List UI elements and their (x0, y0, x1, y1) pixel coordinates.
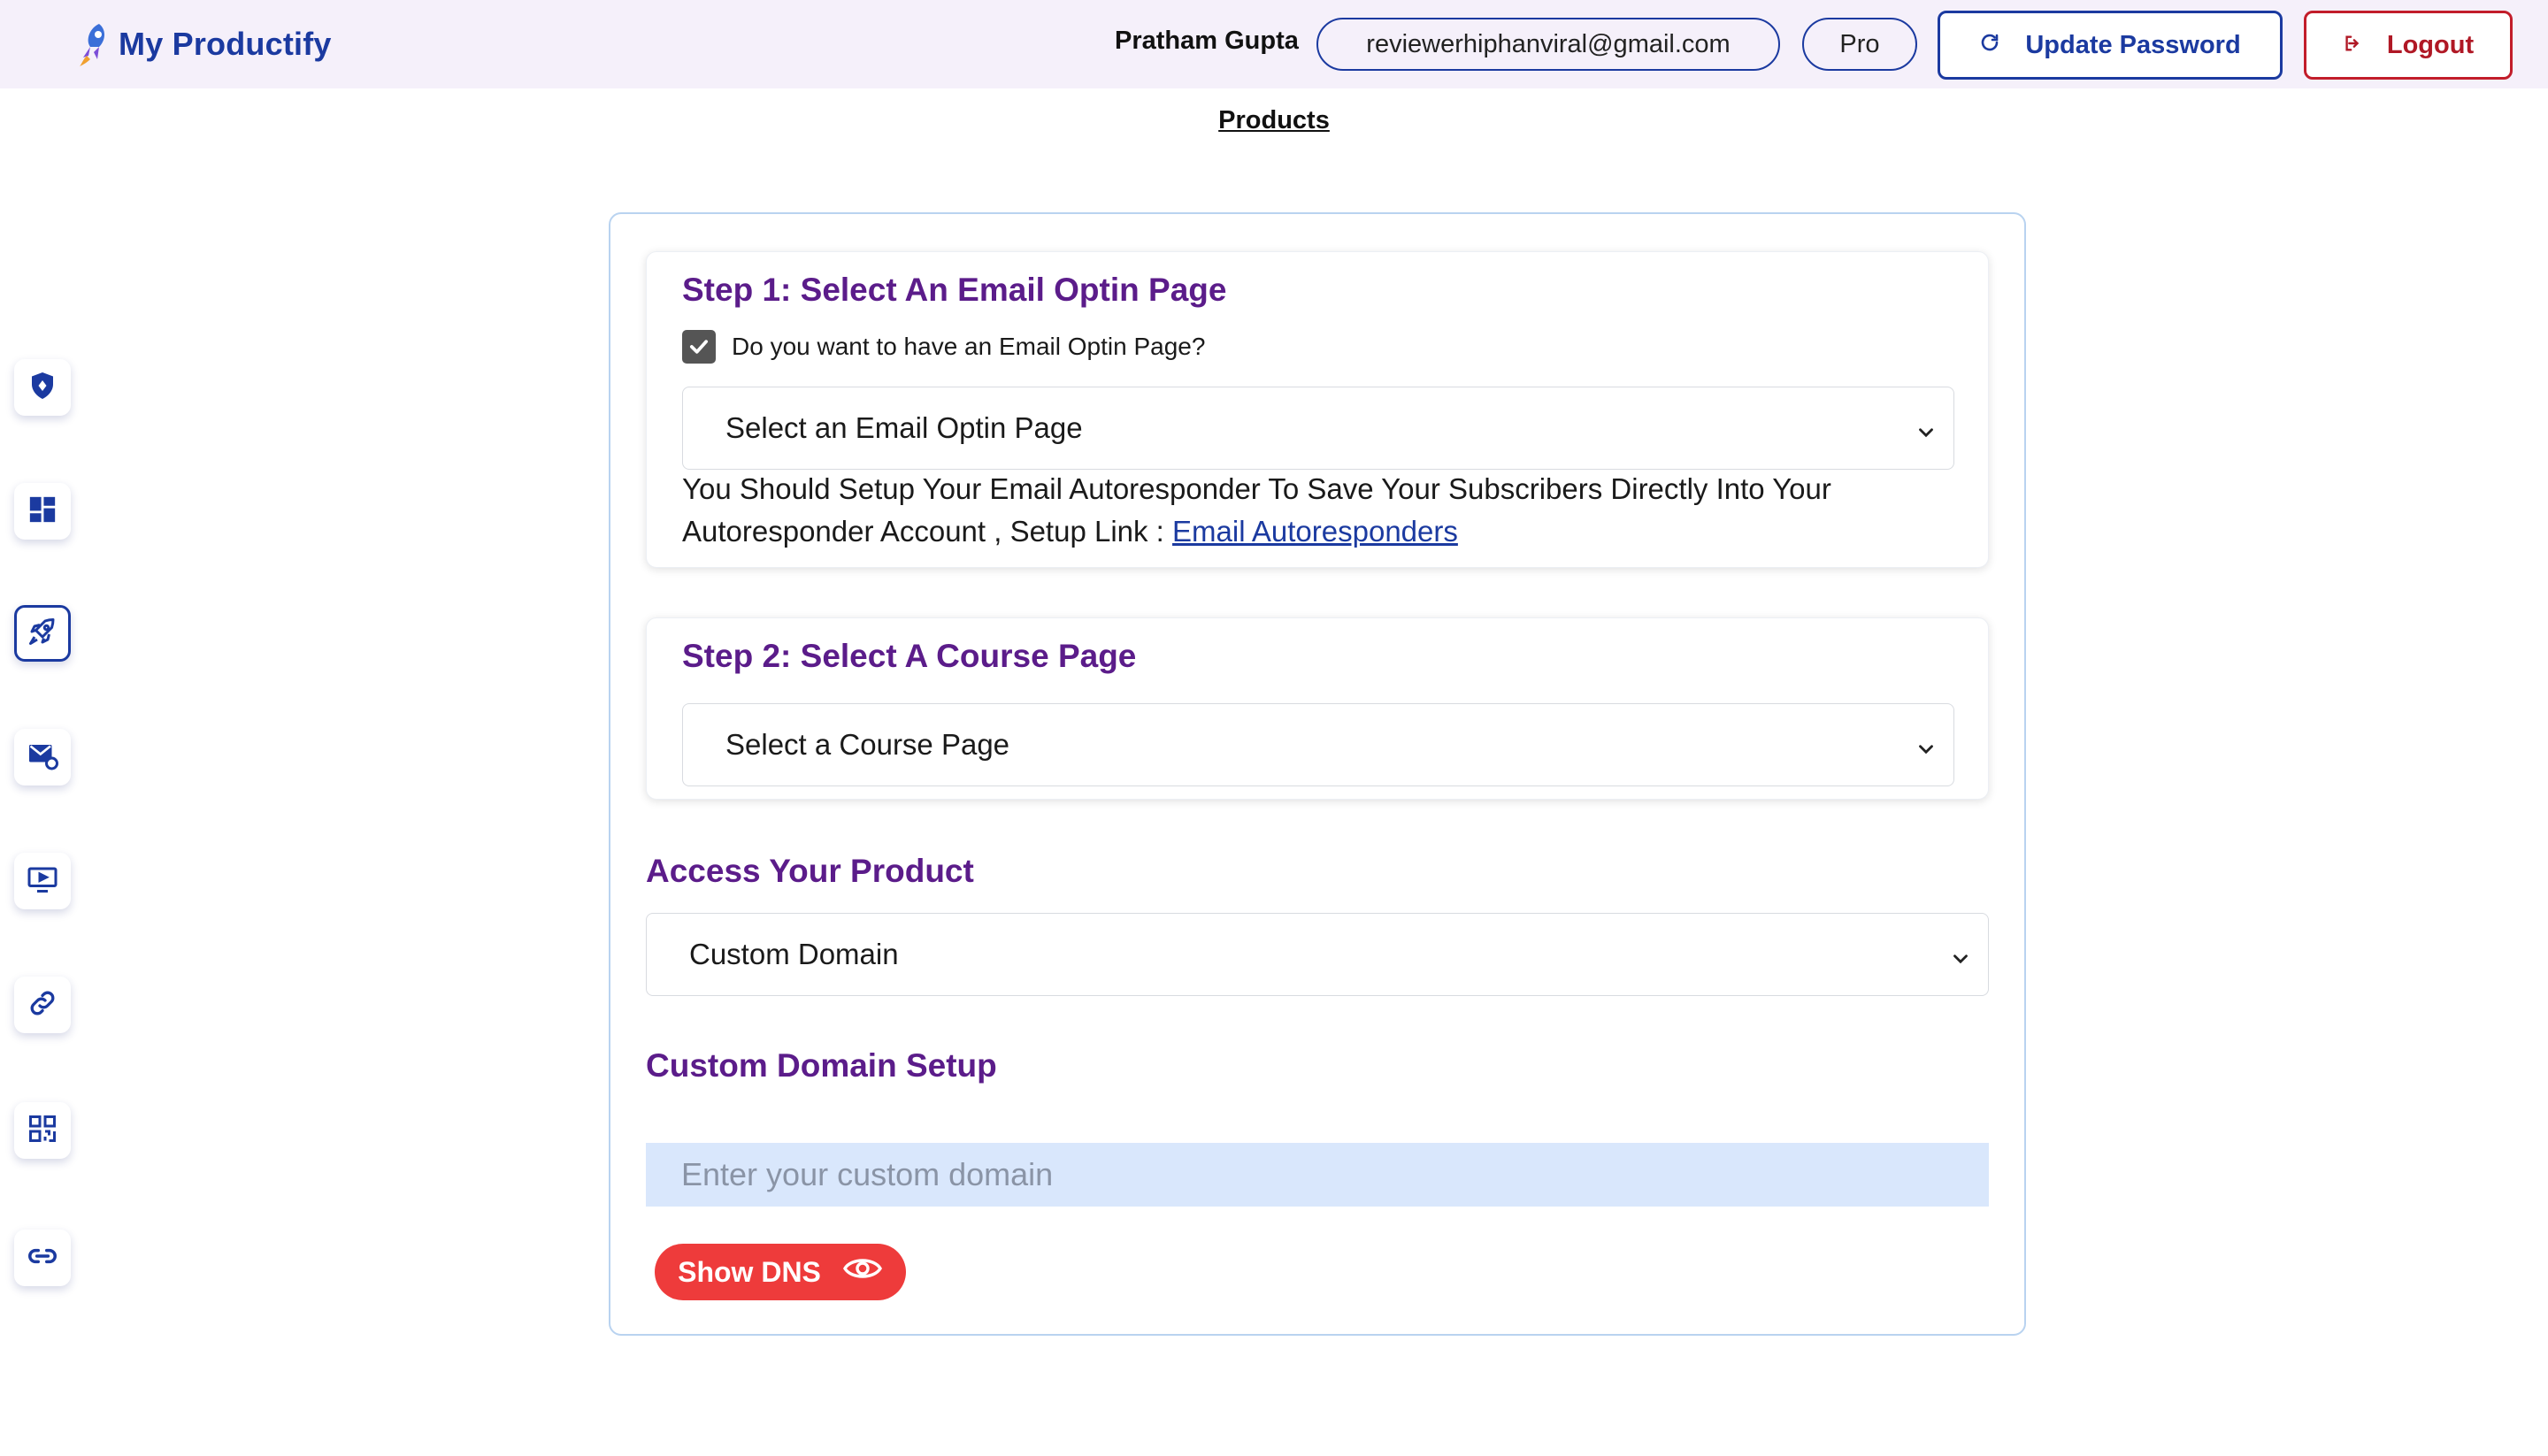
rocket-icon (73, 19, 111, 69)
course-select-value: Select a Course Page (725, 728, 1010, 761)
sidebar-item-chain[interactable] (14, 1230, 71, 1286)
show-dns-label: Show DNS (678, 1255, 821, 1288)
email-optin-checkbox-row[interactable]: Do you want to have an Email Optin Page? (682, 330, 1205, 364)
update-password-button[interactable]: Update Password (1938, 11, 2283, 80)
refresh-icon (1979, 31, 2000, 60)
video-icon (27, 863, 58, 900)
sidebar (0, 336, 85, 1300)
top-header: My Productify Pratham Gupta reviewerhiph… (0, 0, 2548, 88)
plan-badge: Pro (1802, 18, 1917, 71)
chevron-down-icon (1915, 734, 1938, 768)
chevron-down-icon (1915, 418, 1938, 451)
email-optin-page-select[interactable]: Select an Email Optin Page (682, 387, 1954, 470)
access-method-value: Custom Domain (689, 938, 899, 970)
sidebar-item-dashboard[interactable] (14, 483, 71, 540)
sidebar-item-video[interactable] (14, 853, 71, 909)
chevron-down-icon (1949, 944, 1972, 977)
email-optin-select-value: Select an Email Optin Page (725, 411, 1083, 444)
rocket-icon (27, 616, 58, 652)
user-email-badge: reviewerhiphanviral@gmail.com (1316, 18, 1780, 71)
logout-icon (2343, 31, 2362, 60)
custom-domain-input[interactable] (646, 1143, 1989, 1207)
step1-title: Step 1: Select An Email Optin Page (682, 272, 1227, 308)
course-page-select[interactable]: Select a Course Page (682, 703, 1954, 786)
sidebar-item-links[interactable] (14, 977, 71, 1033)
email-optin-checkbox[interactable] (682, 330, 716, 364)
chain-link-icon (26, 1239, 59, 1277)
mail-icon (27, 739, 58, 776)
custom-domain-title: Custom Domain Setup (646, 1047, 997, 1084)
brand-name: My Productify (119, 26, 332, 62)
shield-icon (27, 370, 58, 406)
access-product-title: Access Your Product (646, 853, 974, 889)
step1-panel: Step 1: Select An Email Optin Page Do yo… (646, 251, 1989, 568)
email-optin-checkbox-label: Do you want to have an Email Optin Page? (732, 333, 1206, 360)
access-method-select[interactable]: Custom Domain (646, 913, 1989, 996)
user-name: Pratham Gupta (1115, 27, 1299, 55)
link-icon (27, 987, 58, 1023)
qr-code-icon (27, 1113, 58, 1149)
sidebar-item-email[interactable] (14, 729, 71, 785)
eye-icon (842, 1253, 883, 1291)
page-title-products-link[interactable]: Products (0, 106, 2548, 135)
sidebar-item-shield[interactable] (14, 359, 71, 416)
product-setup-card: Step 1: Select An Email Optin Page Do yo… (609, 212, 2026, 1336)
logout-label: Logout (2386, 30, 2475, 59)
logout-button[interactable]: Logout (2304, 11, 2513, 80)
step2-panel: Step 2: Select A Course Page Select a Co… (646, 617, 1989, 800)
brand-logo[interactable]: My Productify (73, 19, 332, 69)
sidebar-item-products[interactable] (14, 605, 71, 662)
sidebar-item-qr[interactable] (14, 1102, 71, 1159)
email-autoresponders-link[interactable]: Email Autoresponders (1172, 515, 1458, 548)
autoresponder-note: You Should Setup Your Email Autoresponde… (682, 468, 1956, 553)
show-dns-button[interactable]: Show DNS (655, 1244, 906, 1300)
dashboard-icon (27, 494, 58, 529)
update-password-label: Update Password (2025, 30, 2241, 59)
step2-title: Step 2: Select A Course Page (682, 638, 1137, 674)
